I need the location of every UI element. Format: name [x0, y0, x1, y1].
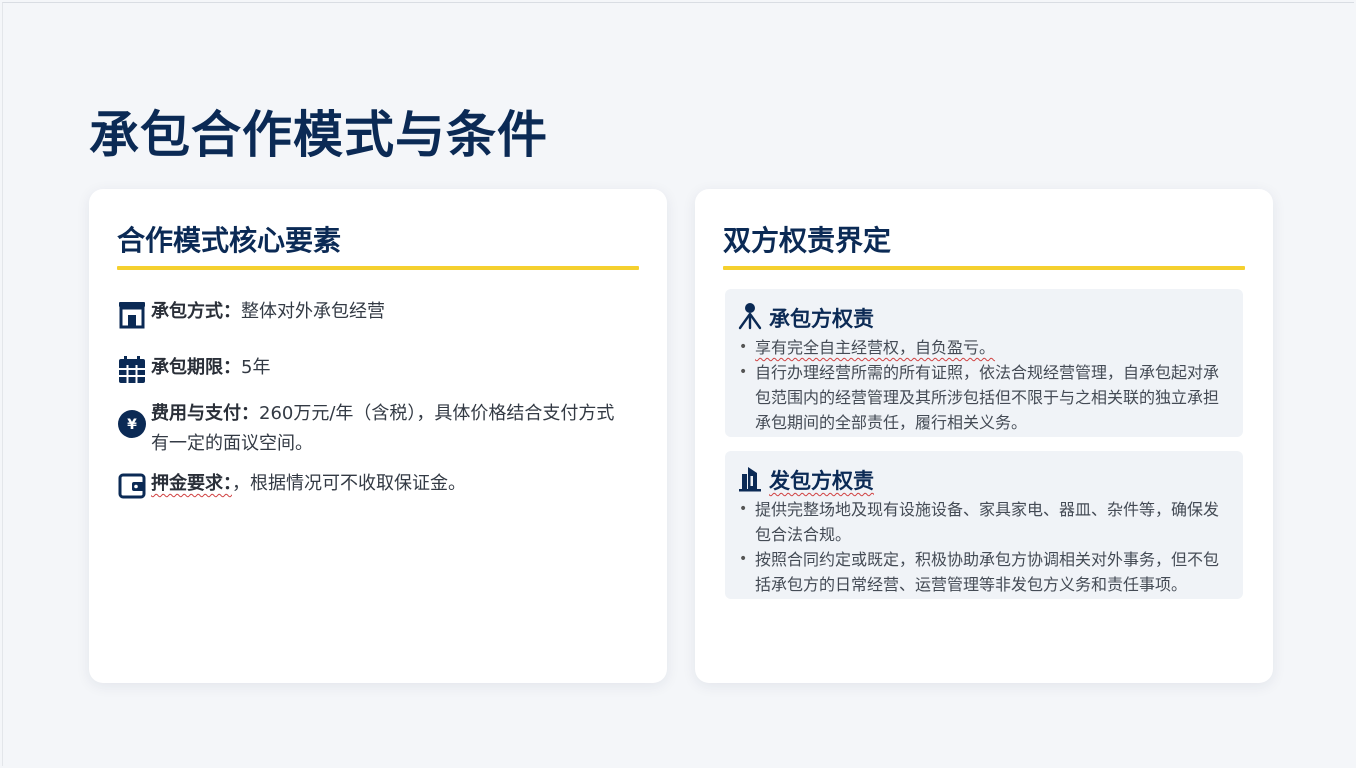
core-elements-card: 合作模式核心要素 承包方式：整体对外承包经营 承包期限：5年 ¥ 费用与支付：2… — [89, 189, 667, 683]
list-item-deposit: 押金要求：，根据情况可不收取保证金。 — [117, 469, 631, 503]
item-value: 整体对外承包经营 — [241, 301, 385, 322]
wallet-icon — [117, 469, 151, 503]
item-label: 押金要求： — [151, 473, 232, 494]
item-value: 5年 — [241, 357, 271, 378]
issuer-bullets: 提供完整场地及现有设施设备、家具家电、器皿、杂件等，确保发包合法合规。 按照合同… — [737, 497, 1233, 597]
contractor-bullets: 享有完全自主经营权，自负盈亏。 自行办理经营所需的所有证照，依法合规经营管理，自… — [737, 335, 1233, 435]
list-item: 自行办理经营所需的所有证照，依法合规经营管理，自承包起对承包范围内的经营管理及其… — [737, 360, 1233, 435]
building-icon — [737, 464, 763, 496]
responsibilities-card: 双方权责界定 承包方权责 享有完全自主经营权，自负盈亏。 自行办理经营所需的所有… — [695, 189, 1273, 683]
list-item: 提供完整场地及现有设施设备、家具家电、器皿、杂件等，确保发包合法合规。 — [737, 497, 1233, 547]
item-label: 承包期限： — [151, 357, 241, 378]
title-underline — [117, 266, 639, 270]
svg-text:¥: ¥ — [127, 417, 137, 433]
title-underline — [723, 266, 1245, 270]
list-item: 按照合同约定或既定，积极协助承包方协调相关对外事务，但不包括承包方的日常经营、运… — [737, 547, 1233, 597]
list-item-contract-mode: 承包方式：整体对外承包经营 — [117, 297, 631, 331]
item-label: 费用与支付： — [151, 403, 259, 424]
responsibilities-title: 双方权责界定 — [723, 224, 892, 257]
slide: 承包合作模式与条件 合作模式核心要素 承包方式：整体对外承包经营 承包期限：5年… — [2, 2, 1354, 766]
item-value: ，根据情况可不收取保证金。 — [232, 473, 466, 494]
calendar-icon — [117, 353, 151, 387]
slide-title: 承包合作模式与条件 — [89, 106, 548, 164]
person-icon — [737, 302, 763, 334]
core-elements-title: 合作模式核心要素 — [117, 224, 342, 257]
panel-title: 发包方权责 — [769, 469, 874, 493]
yen-coin-icon: ¥ — [117, 399, 151, 441]
list-item: 享有完全自主经营权，自负盈亏。 — [737, 335, 1233, 360]
list-item-contract-term: 承包期限：5年 — [117, 353, 631, 387]
issuer-panel: 发包方权责 提供完整场地及现有设施设备、家具家电、器皿、杂件等，确保发包合法合规… — [725, 451, 1243, 599]
list-item-fee-payment: ¥ 费用与支付：260万元/年（含税），具体价格结合支付方式有一定的面议空间。 — [117, 399, 631, 459]
item-label: 承包方式： — [151, 301, 241, 322]
contractor-panel: 承包方权责 享有完全自主经营权，自负盈亏。 自行办理经营所需的所有证照，依法合规… — [725, 289, 1243, 437]
panel-title: 承包方权责 — [769, 307, 874, 331]
store-icon — [117, 297, 151, 331]
